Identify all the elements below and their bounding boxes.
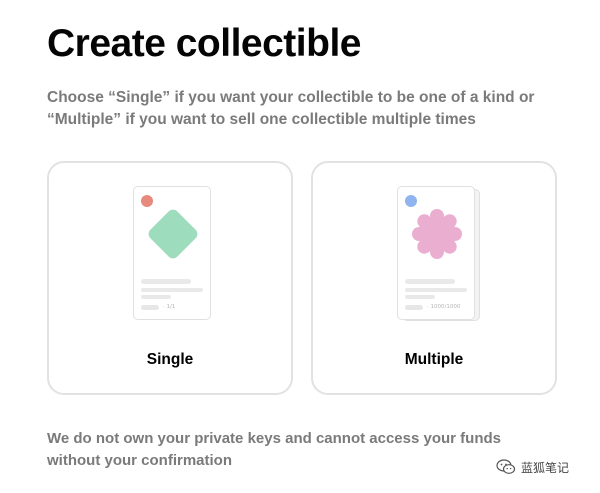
placeholder-title-line	[405, 279, 455, 284]
placeholder-text-line	[405, 288, 467, 292]
page-title: Create collectible	[47, 22, 361, 65]
flower-shape-icon	[412, 209, 462, 259]
watermark-text: 蓝狐笔记	[521, 460, 570, 475]
single-option-label: Single	[146, 351, 194, 368]
multiple-preview-illustration: · 1000/1000	[397, 186, 480, 321]
multiple-option-card[interactable]: · 1000/1000 Multiple	[311, 161, 557, 395]
page-description: Choose “Single” if you want your collect…	[47, 89, 535, 128]
placeholder-price-pill	[405, 305, 423, 310]
single-preview-illustration: · 1/1	[133, 186, 211, 320]
placeholder-text-line	[405, 295, 435, 299]
security-notice: We do not own your private keys and cann…	[47, 430, 501, 469]
edition-count: · 1/1	[163, 304, 176, 310]
diamond-shape-icon	[148, 209, 198, 259]
placeholder-text-line	[141, 288, 203, 292]
placeholder-title-line	[141, 279, 191, 284]
wechat-icon	[496, 459, 516, 474]
multiple-option-label: Multiple	[404, 351, 464, 368]
preview-card: · 1000/1000	[397, 186, 475, 320]
placeholder-price-pill	[141, 305, 159, 310]
placeholder-text-line	[141, 295, 171, 299]
edition-count: · 1000/1000	[427, 304, 461, 310]
single-option-card[interactable]: · 1/1 Single	[47, 161, 293, 395]
watermark: 蓝狐笔记	[496, 456, 569, 478]
preview-card: · 1/1	[133, 186, 211, 320]
